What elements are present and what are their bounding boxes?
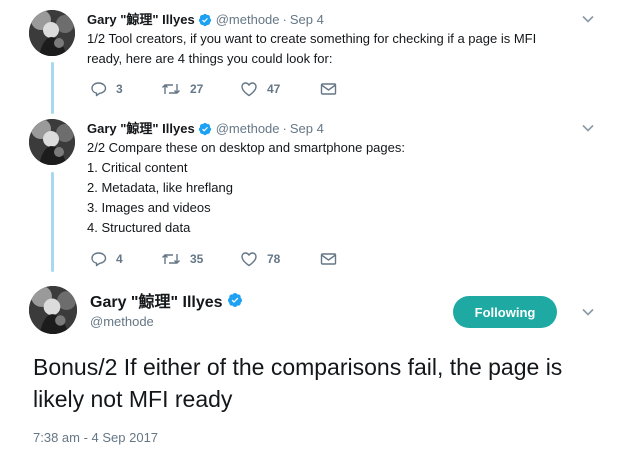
tweet-line: 3. Images and videos (87, 200, 211, 215)
main-author-name[interactable]: Gary "鯨理" Illyes (90, 288, 223, 312)
avatar[interactable] (29, 10, 75, 56)
reply-button[interactable]: 3 (90, 81, 161, 97)
main-tweet-timestamp[interactable]: 7:38 am - 4 Sep 2017 (33, 430, 158, 445)
verified-icon (198, 122, 211, 135)
tweet-actions: 3 27 47 (90, 81, 337, 97)
separator-dot: · (282, 12, 287, 27)
tweet-date[interactable]: Sep 4 (290, 11, 324, 28)
author-name[interactable]: Gary "鯨理" Illyes (87, 11, 195, 28)
avatar[interactable] (29, 119, 75, 165)
like-button[interactable]: 47 (240, 81, 320, 97)
dm-button[interactable] (320, 82, 337, 96)
author-name[interactable]: Gary "鯨理" Illyes (87, 120, 195, 137)
tweet-line: 4. Structured data (87, 220, 191, 235)
tweet-text: 1/2 Tool creators, if you want to create… (87, 29, 536, 69)
tweet-line: 1/2 Tool creators, if you want to create… (87, 31, 537, 46)
like-button[interactable]: 78 (240, 251, 320, 267)
thread-tweet-2[interactable]: Gary "鯨理" Illyes @methode · Sep 4 2/2 Co… (0, 119, 621, 274)
tweet-line: 2. Metadata, like hreflang (87, 180, 233, 195)
main-author: Gary "鯨理" Illyes (90, 288, 247, 312)
like-icon (241, 252, 257, 267)
tweet-line: 1. Critical content (87, 160, 188, 175)
reply-icon (91, 82, 107, 97)
main-tweet-text: Bonus/2 If either of the comparisons fai… (33, 354, 563, 412)
chevron-down-icon[interactable] (581, 121, 595, 135)
chevron-down-icon[interactable] (581, 12, 595, 26)
tweet-header: Gary "鯨理" Illyes @methode · Sep 4 (87, 120, 324, 137)
main-avatar[interactable] (29, 286, 77, 334)
tweet-actions: 4 35 78 (90, 251, 337, 267)
verified-icon (227, 293, 242, 307)
reply-count: 3 (116, 82, 123, 96)
thread-tweet-1[interactable]: Gary "鯨理" Illyes @methode · Sep 4 1/2 To… (0, 10, 621, 110)
reply-button[interactable]: 4 (90, 251, 161, 267)
dm-icon (320, 83, 337, 95)
separator-dot: · (282, 121, 287, 136)
author-handle[interactable]: @methode (216, 120, 280, 137)
main-author-handle[interactable]: @methode (90, 314, 154, 329)
retweet-button[interactable]: 27 (161, 81, 240, 97)
tweet-line: ready, here are 4 things you could look … (87, 51, 333, 66)
dm-button[interactable] (320, 252, 337, 266)
retweet-count: 27 (190, 82, 204, 96)
like-icon (241, 82, 257, 97)
tweet-header: Gary "鯨理" Illyes @methode · Sep 4 (87, 11, 324, 28)
tweet-text: 2/2 Compare these on desktop and smartph… (87, 138, 405, 238)
retweet-count: 35 (190, 252, 204, 266)
verified-icon (198, 13, 211, 26)
tweet-date[interactable]: Sep 4 (290, 120, 324, 137)
reply-count: 4 (116, 252, 123, 266)
retweet-icon (162, 84, 180, 94)
following-button[interactable]: Following (453, 296, 557, 328)
author-handle[interactable]: @methode (216, 11, 280, 28)
reply-icon (91, 252, 107, 267)
like-count: 78 (267, 252, 281, 266)
retweet-button[interactable]: 35 (161, 251, 240, 267)
like-count: 47 (267, 82, 281, 96)
dm-icon (320, 253, 337, 265)
tweet-line: 2/2 Compare these on desktop and smartph… (87, 140, 405, 155)
retweet-icon (162, 254, 180, 264)
chevron-down-icon[interactable] (581, 305, 595, 319)
